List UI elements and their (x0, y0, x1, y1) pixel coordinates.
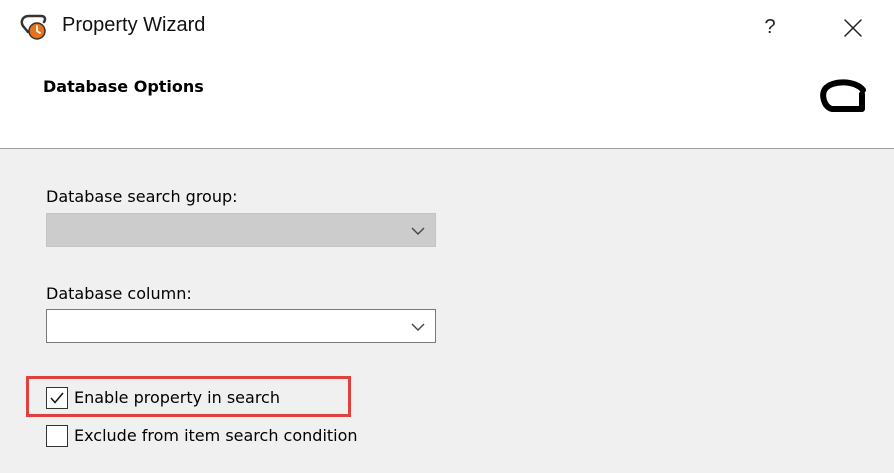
search-group-dropdown[interactable] (46, 213, 436, 247)
enable-search-checkbox[interactable] (46, 387, 68, 409)
chevron-down-icon (411, 323, 425, 331)
page-title: Database Options (43, 77, 204, 96)
enable-search-label: Enable property in search (74, 388, 280, 407)
checkmark-icon (50, 392, 64, 404)
search-group-label: Database search group: (46, 187, 238, 206)
wizard-header: Database Options (0, 56, 894, 149)
column-label: Database column: (46, 284, 192, 303)
title-bar: Property Wizard ? (0, 0, 894, 56)
property-wizard-app-icon (19, 13, 49, 41)
exclude-condition-checkbox[interactable] (46, 425, 68, 447)
close-button[interactable] (837, 12, 869, 44)
exclude-condition-label: Exclude from item search condition (74, 426, 358, 445)
column-dropdown[interactable] (46, 309, 436, 343)
brand-logo (820, 77, 870, 119)
help-button[interactable]: ? (754, 10, 786, 44)
chevron-down-icon (411, 227, 425, 235)
window-title: Property Wizard (62, 14, 206, 36)
close-icon (844, 19, 862, 37)
